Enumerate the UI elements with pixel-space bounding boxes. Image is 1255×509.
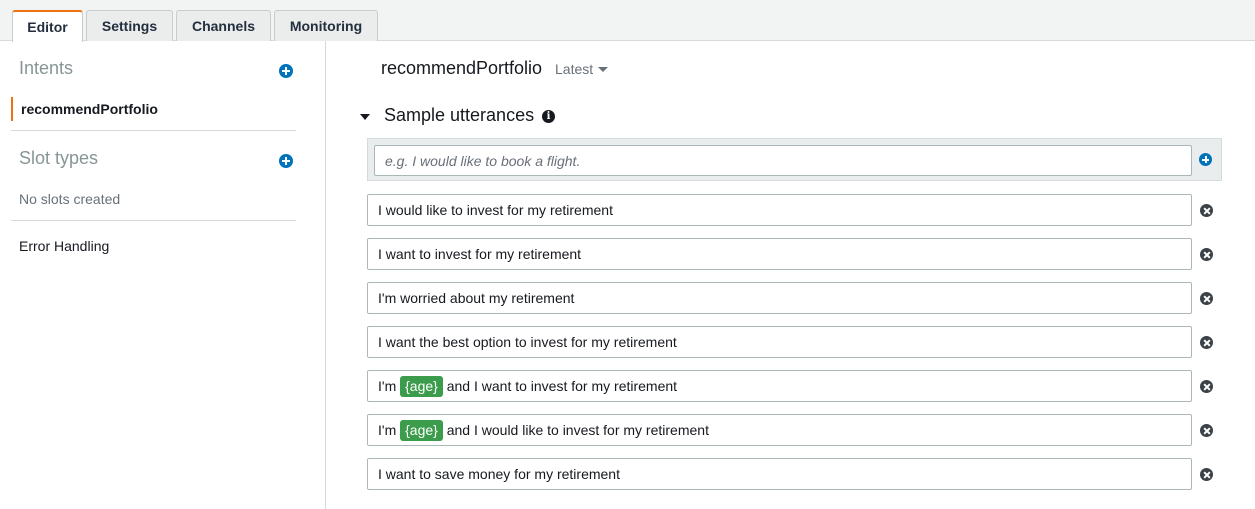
slot-chip-age[interactable]: {age}	[400, 376, 443, 397]
tab-editor[interactable]: Editor	[12, 10, 83, 42]
version-label: Latest	[555, 61, 594, 77]
utterance-text: I'm worried about my retirement	[378, 290, 575, 306]
add-utterance-icon[interactable]	[1199, 153, 1212, 166]
slot-chip-age[interactable]: {age}	[400, 420, 443, 441]
new-utterance-bar	[367, 138, 1222, 181]
utterance-text: I would like to invest for my retirement	[378, 202, 613, 218]
tab-channels[interactable]: Channels	[176, 10, 271, 41]
utterance-row: I want to save money for my retirement	[367, 458, 1222, 490]
remove-utterance-icon[interactable]	[1200, 380, 1213, 393]
utterance-row: I'm {age} and I want to invest for my re…	[367, 370, 1222, 402]
tab-bar: Editor Settings Channels Monitoring	[0, 0, 1255, 42]
utterance-row: I would like to invest for my retirement	[367, 194, 1222, 226]
remove-utterance-icon[interactable]	[1200, 248, 1213, 261]
add-intent-icon[interactable]	[279, 64, 293, 78]
utterance-field[interactable]: I'm worried about my retirement	[367, 282, 1192, 314]
utterance-field[interactable]: I'm {age} and I want to invest for my re…	[367, 370, 1192, 402]
remove-utterance-icon[interactable]	[1200, 292, 1213, 305]
info-icon[interactable]: i	[542, 110, 555, 123]
utterance-text: I want to save money for my retirement	[378, 466, 620, 482]
utterance-field[interactable]: I would like to invest for my retirement	[367, 194, 1192, 226]
utterance-text: I want to invest for my retirement	[378, 246, 582, 262]
utterance-text: and I want to invest for my retirement	[442, 378, 678, 394]
remove-utterance-icon[interactable]	[1200, 424, 1213, 437]
remove-utterance-icon[interactable]	[1200, 336, 1213, 349]
utterance-field[interactable]: I want the best option to invest for my …	[367, 326, 1192, 358]
no-slots-text: No slots created	[19, 191, 121, 207]
tab-settings[interactable]: Settings	[86, 10, 173, 41]
utterance-text: and I would like to invest for my retire…	[442, 422, 709, 438]
utterance-row: I want the best option to invest for my …	[367, 326, 1222, 358]
utterance-text: I'm	[378, 422, 401, 438]
sidebar-item-error-handling[interactable]: Error Handling	[19, 238, 109, 254]
new-utterance-input[interactable]	[374, 145, 1192, 176]
sidebar-item-recommendportfolio[interactable]: recommendPortfolio	[11, 97, 296, 121]
utterance-row: I want to invest for my retirement	[367, 238, 1222, 270]
tab-monitoring[interactable]: Monitoring	[274, 10, 378, 41]
sidebar: Intents recommendPortfolio Slot types No…	[0, 41, 326, 509]
utterance-row: I'm {age} and I would like to invest for…	[367, 414, 1222, 446]
collapse-caret-icon[interactable]	[360, 114, 370, 120]
utterance-field[interactable]: I want to invest for my retirement	[367, 238, 1192, 270]
version-dropdown[interactable]: Latest	[555, 61, 609, 77]
section-title: Sample utterances	[384, 105, 535, 125]
utterance-field[interactable]: I want to save money for my retirement	[367, 458, 1192, 490]
intents-heading: Intents	[19, 58, 74, 78]
utterance-text: I want the best option to invest for my …	[378, 334, 677, 350]
utterance-text: I'm	[378, 378, 401, 394]
caret-down-icon	[598, 66, 609, 72]
add-slot-type-icon[interactable]	[279, 154, 293, 168]
utterance-row: I'm worried about my retirement	[367, 282, 1222, 314]
slot-types-heading: Slot types	[19, 148, 99, 168]
intent-title: recommendPortfolio	[381, 58, 543, 78]
divider	[11, 220, 296, 221]
divider	[11, 130, 296, 131]
remove-utterance-icon[interactable]	[1200, 468, 1213, 481]
remove-utterance-icon[interactable]	[1200, 204, 1213, 217]
utterance-field[interactable]: I'm {age} and I would like to invest for…	[367, 414, 1192, 446]
